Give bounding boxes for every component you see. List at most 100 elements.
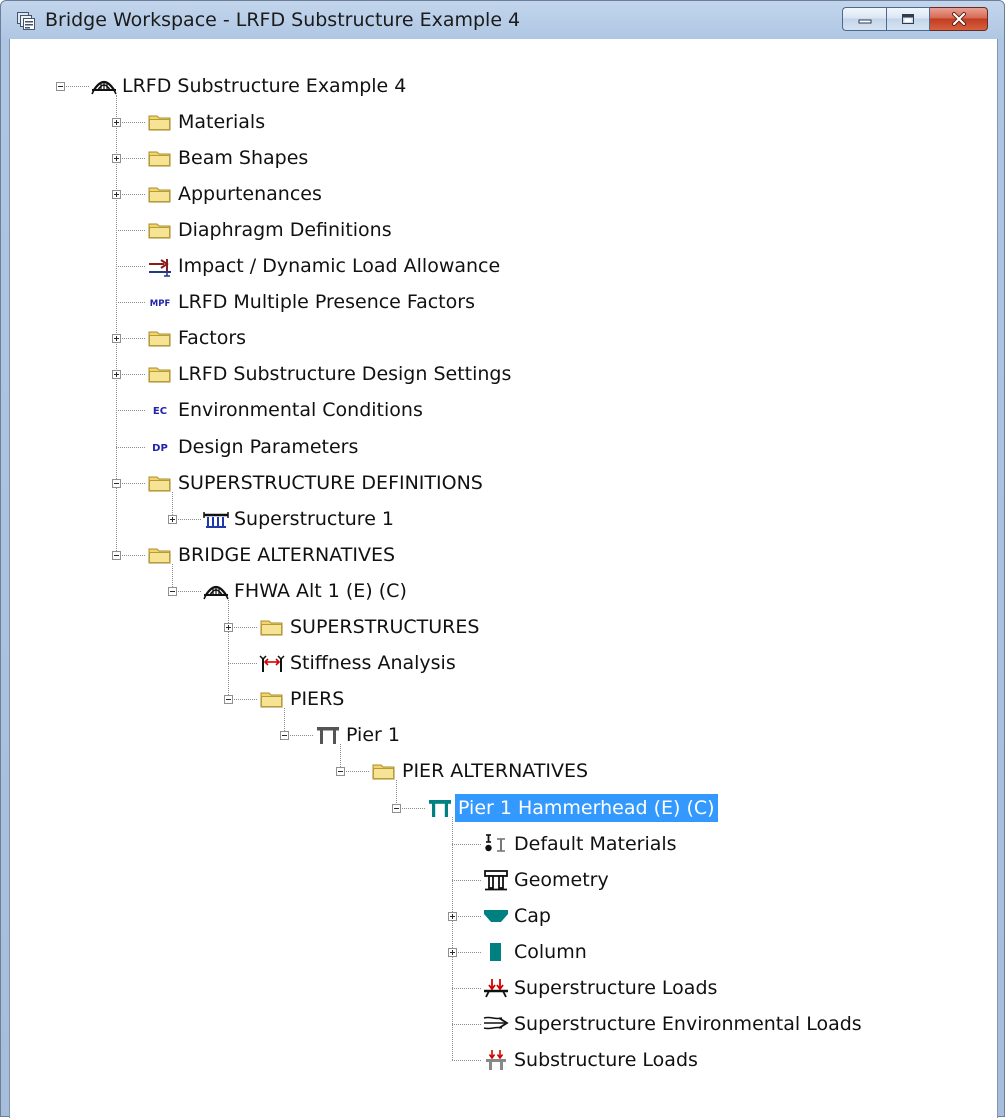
expand-column-toggle[interactable] bbox=[448, 947, 457, 957]
folder-icon bbox=[147, 327, 173, 349]
collapse-pier-alternatives-toggle[interactable] bbox=[336, 767, 345, 777]
tree-node-label: LRFD Substructure Design Settings bbox=[178, 363, 512, 386]
bridge-arch-icon bbox=[91, 75, 117, 97]
folder-icon bbox=[259, 688, 285, 710]
minimize-icon bbox=[858, 19, 871, 24]
tree-connector-line bbox=[452, 879, 481, 881]
tree-connector-line bbox=[116, 410, 145, 412]
tree-node-label: Superstructure Loads bbox=[514, 977, 718, 999]
folder-icon bbox=[147, 544, 173, 566]
tree-node-label: Default Materials bbox=[514, 832, 677, 855]
substructure-loads-icon bbox=[483, 1049, 509, 1071]
expand-superstructures-toggle[interactable] bbox=[224, 623, 233, 632]
collapse-pier-1-toggle[interactable] bbox=[280, 731, 289, 741]
window-title: Bridge Workspace - LRFD Substructure Exa… bbox=[45, 9, 521, 31]
impact-load-icon bbox=[147, 255, 173, 277]
tree-connector-line bbox=[452, 1024, 481, 1026]
close-button[interactable] bbox=[930, 7, 988, 31]
folder-icon bbox=[259, 616, 285, 638]
pier-teal-icon bbox=[427, 797, 453, 819]
folder-icon bbox=[147, 219, 173, 241]
folder-icon bbox=[147, 363, 173, 385]
expand-cap-toggle[interactable] bbox=[448, 911, 457, 921]
tree-node-label: Substructure Loads bbox=[514, 1049, 698, 1072]
workspace-app-icon[interactable] bbox=[17, 12, 35, 30]
tree-node-label: Impact / Dynamic Load Allowance bbox=[178, 255, 501, 277]
geometry-icon bbox=[483, 869, 509, 891]
collapse-superstructure-definitions-toggle[interactable] bbox=[112, 478, 121, 488]
maximize-icon bbox=[902, 14, 914, 24]
tree-node-label: Geometry bbox=[514, 868, 609, 891]
tree-node-label: Factors bbox=[178, 327, 247, 350]
tree-node-label: Cap bbox=[514, 904, 551, 927]
tree-node-label: LRFD Multiple Presence Factors bbox=[178, 291, 475, 314]
tree-node-label: Superstructure 1 bbox=[234, 507, 395, 530]
tree-node-label: Superstructure Environmental Loads bbox=[514, 1013, 862, 1036]
svg-text:DP: DP bbox=[152, 443, 168, 454]
tree-node-label: SUPERSTRUCTURES bbox=[290, 616, 480, 638]
tree-node-label: Environmental Conditions bbox=[178, 399, 423, 422]
expand-beam-shapes-toggle[interactable] bbox=[112, 153, 121, 163]
superstructure-icon bbox=[203, 508, 229, 530]
close-icon bbox=[951, 12, 966, 26]
folder-icon bbox=[147, 183, 173, 205]
bridge-explorer-tree[interactable]: LRFD Substructure Example 4 Materials Beam… bbox=[10, 39, 997, 1118]
tree-node-label: LRFD Substructure Example 4 bbox=[122, 74, 407, 97]
folder-icon bbox=[147, 111, 173, 133]
environmental-loads-icon bbox=[483, 1013, 509, 1035]
folder-icon bbox=[371, 760, 397, 782]
tree-node-label: FHWA Alt 1 (E) (C) bbox=[234, 579, 407, 602]
mpf-icon: MPF bbox=[147, 291, 173, 313]
tree-node-label: Beam Shapes bbox=[178, 146, 309, 169]
folder-icon bbox=[147, 472, 173, 494]
tree-node-label: PIERS bbox=[290, 688, 345, 711]
ec-icon: EC bbox=[147, 399, 173, 421]
collapse-piers-toggle[interactable] bbox=[224, 695, 233, 705]
stiffness-icon bbox=[259, 652, 285, 674]
tree-node-label: Stiffness Analysis bbox=[290, 652, 456, 675]
tree-connector-line bbox=[452, 843, 481, 845]
tree-node-label: Appurtenances bbox=[178, 182, 322, 205]
tree-node-label: Pier 1 bbox=[346, 724, 400, 747]
tree-connector-line bbox=[228, 599, 229, 700]
pier-icon bbox=[315, 724, 341, 746]
folder-icon bbox=[147, 147, 173, 169]
maximize-button[interactable] bbox=[886, 7, 930, 31]
default-materials-icon bbox=[483, 833, 509, 855]
collapse-pier-1-hammerhead-toggle[interactable] bbox=[392, 803, 401, 813]
bridge-arch-icon bbox=[203, 580, 229, 602]
collapse-bridge-alternatives-toggle[interactable] bbox=[112, 550, 121, 560]
column-icon bbox=[483, 941, 509, 963]
tree-connector-line bbox=[116, 229, 145, 231]
expand-factors-toggle[interactable] bbox=[112, 334, 121, 344]
tree-connector-line bbox=[116, 446, 145, 448]
minimize-button[interactable] bbox=[842, 7, 886, 31]
tree-node-label: Design Parameters bbox=[178, 435, 359, 458]
dp-icon: DP bbox=[147, 436, 173, 458]
collapse-root-toggle[interactable] bbox=[56, 81, 65, 91]
expand-appurtenances-toggle[interactable] bbox=[112, 189, 121, 199]
tree-node-label: Pier 1 Hammerhead (E) (C) bbox=[455, 793, 718, 822]
superstructure-loads-icon bbox=[483, 977, 509, 999]
tree-node-label: SUPERSTRUCTURE DEFINITIONS bbox=[178, 471, 483, 494]
tree-connector-line bbox=[452, 988, 481, 989]
tree-node-label: Materials bbox=[178, 110, 266, 133]
tree-pane[interactable]: LRFD Substructure Example 4 Materials Beam… bbox=[9, 39, 998, 1118]
title-bar[interactable]: Bridge Workspace - LRFD Substructure Exa… bbox=[1, 1, 1004, 39]
cap-icon bbox=[483, 905, 509, 927]
bridge-workspace-window: Bridge Workspace - LRFD Substructure Exa… bbox=[0, 0, 1005, 1118]
svg-text:MPF: MPF bbox=[150, 299, 171, 309]
collapse-fhwa-alt-1-toggle[interactable] bbox=[168, 586, 177, 596]
tree-connector-line bbox=[116, 302, 145, 304]
svg-text:EC: EC bbox=[153, 406, 167, 417]
tree-node-label: Column bbox=[514, 940, 587, 963]
window-controls bbox=[842, 7, 988, 33]
expand-lrfd-substructure-design-settings-toggle[interactable] bbox=[112, 370, 121, 380]
tree-connector-line bbox=[228, 663, 257, 665]
tree-node-label: PIER ALTERNATIVES bbox=[402, 760, 589, 783]
tree-connector-line bbox=[452, 1060, 481, 1062]
expand-materials-toggle[interactable] bbox=[112, 117, 121, 127]
tree-node-label: BRIDGE ALTERNATIVES bbox=[178, 543, 396, 566]
expand-superstructure-1-toggle[interactable] bbox=[168, 514, 177, 524]
tree-connector-line bbox=[116, 266, 145, 267]
